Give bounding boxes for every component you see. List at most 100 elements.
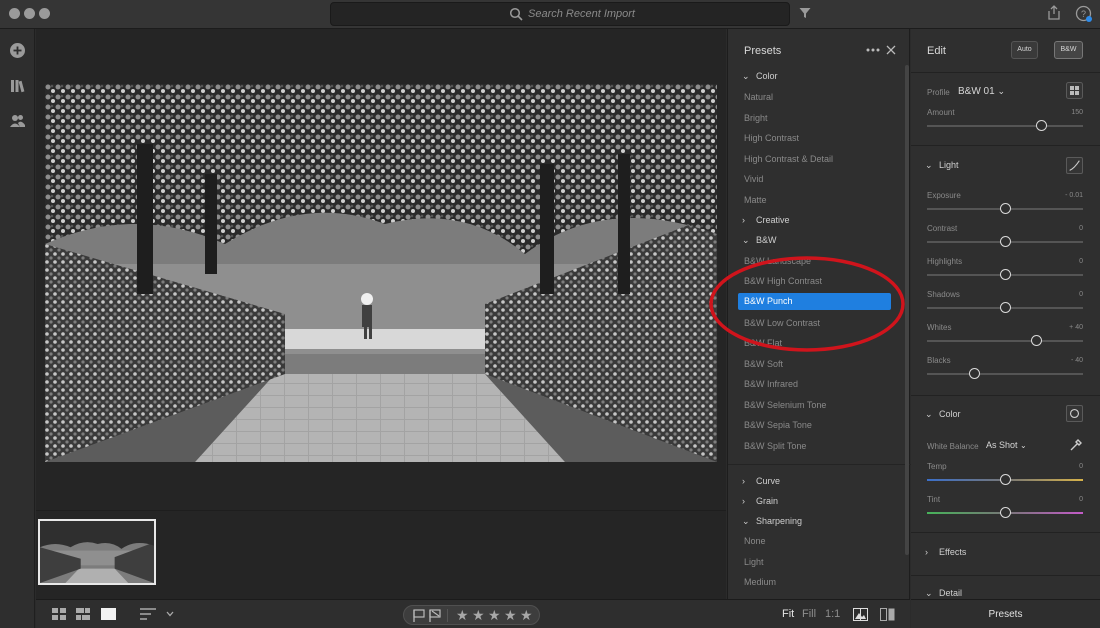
- slider-knob[interactable]: [1000, 474, 1011, 485]
- preset-item[interactable]: Natural: [744, 92, 773, 102]
- preset-item[interactable]: B&W Flat: [744, 338, 782, 348]
- preset-group-curve[interactable]: › Curve: [742, 476, 780, 486]
- show-original-icon[interactable]: [853, 608, 868, 621]
- close-icon[interactable]: [886, 45, 896, 55]
- more-options-icon[interactable]: [866, 48, 880, 52]
- photo-grid-icon[interactable]: [76, 608, 90, 620]
- slider-knob[interactable]: [1000, 203, 1011, 214]
- preset-item[interactable]: Light: [744, 557, 764, 567]
- detail-section-header[interactable]: ⌄ Detail: [925, 588, 962, 599]
- presets-tab[interactable]: Presets: [911, 599, 1100, 628]
- people-icon[interactable]: [9, 112, 26, 129]
- preset-group-sharpening[interactable]: ⌄ Sharpening: [742, 516, 802, 527]
- preset-group-color[interactable]: ⌄ Color: [742, 71, 778, 82]
- sort-icon[interactable]: [140, 608, 156, 620]
- pick-flag-icon[interactable]: [413, 609, 425, 622]
- window-minimize-button[interactable]: [24, 8, 35, 19]
- preset-group-bw[interactable]: ⌄ B&W: [742, 235, 777, 246]
- slider-knob[interactable]: [1031, 335, 1042, 346]
- slider-knob[interactable]: [1000, 507, 1011, 518]
- help-icon[interactable]: ?: [1075, 5, 1092, 22]
- thumbnail-image: [40, 521, 154, 583]
- zoom-fill-option[interactable]: Fill: [802, 608, 816, 620]
- profile-dropdown[interactable]: B&W 01 ⌄: [958, 86, 1005, 97]
- preset-item[interactable]: B&W Selenium Tone: [744, 400, 826, 410]
- reject-flag-icon[interactable]: [429, 609, 441, 622]
- presets-scrollbar[interactable]: [905, 65, 909, 555]
- detail-view-icon[interactable]: [101, 608, 116, 620]
- chevron-right-icon: ›: [925, 547, 928, 557]
- preset-item[interactable]: Vivid: [744, 174, 763, 184]
- preset-item[interactable]: High Contrast: [744, 133, 799, 143]
- exposure-slider[interactable]: [927, 203, 1083, 214]
- chevron-down-icon[interactable]: [166, 611, 174, 617]
- window-close-button[interactable]: [9, 8, 20, 19]
- star-2-icon[interactable]: ★: [472, 607, 485, 624]
- photo-image: [45, 84, 717, 462]
- eyedropper-icon[interactable]: [1069, 438, 1083, 452]
- temp-slider[interactable]: [927, 474, 1083, 485]
- window-zoom-button[interactable]: [39, 8, 50, 19]
- edit-title: Edit: [927, 45, 946, 57]
- auto-button[interactable]: Auto: [1011, 41, 1038, 59]
- zoom-fit-option[interactable]: Fit: [782, 608, 794, 620]
- preset-group-grain[interactable]: › Grain: [742, 496, 778, 506]
- preset-item[interactable]: Bright: [744, 113, 768, 123]
- flag-rating-bar: ★ ★ ★ ★ ★: [403, 605, 540, 625]
- filter-icon[interactable]: [799, 7, 811, 19]
- svg-text:?: ?: [1081, 9, 1086, 19]
- blacks-slider[interactable]: [927, 368, 1083, 379]
- star-3-icon[interactable]: ★: [488, 607, 501, 624]
- divider: [911, 395, 1100, 396]
- bw-button[interactable]: B&W: [1054, 41, 1083, 59]
- preset-item[interactable]: B&W Sepia Tone: [744, 420, 812, 430]
- compare-view-icon[interactable]: [880, 608, 895, 621]
- divider: [911, 145, 1100, 146]
- preset-item[interactable]: B&W Low Contrast: [744, 318, 820, 328]
- slider-knob[interactable]: [1000, 302, 1011, 313]
- preset-item[interactable]: Matte: [744, 195, 767, 205]
- preset-item[interactable]: B&W Infrared: [744, 379, 798, 389]
- chevron-down-icon: ⌄: [742, 71, 750, 81]
- preset-item-selected[interactable]: B&W Punch: [738, 293, 891, 310]
- tint-slider[interactable]: [927, 507, 1083, 518]
- effects-section-header[interactable]: › Effects: [925, 547, 966, 557]
- color-section-header[interactable]: ⌄ Color: [925, 409, 961, 420]
- slider-knob[interactable]: [1000, 236, 1011, 247]
- share-icon[interactable]: [1047, 5, 1061, 20]
- star-5-icon[interactable]: ★: [520, 607, 533, 624]
- whites-label: Whites: [927, 323, 952, 332]
- amount-slider[interactable]: [927, 120, 1083, 131]
- whites-slider[interactable]: [927, 335, 1083, 346]
- zoom-1to1-option[interactable]: 1:1: [825, 608, 840, 620]
- color-mixer-icon[interactable]: [1066, 405, 1083, 422]
- light-section-header[interactable]: ⌄ Light: [925, 160, 959, 171]
- preset-item[interactable]: Medium: [744, 577, 776, 587]
- filmstrip-thumbnail[interactable]: [38, 519, 156, 585]
- preset-item[interactable]: High Contrast & Detail: [744, 154, 833, 164]
- search-input[interactable]: [528, 6, 768, 22]
- main-photo[interactable]: [45, 84, 717, 462]
- slider-knob[interactable]: [969, 368, 980, 379]
- preset-item[interactable]: B&W Landscape: [744, 256, 811, 266]
- star-4-icon[interactable]: ★: [504, 607, 517, 624]
- white-balance-dropdown[interactable]: As Shot ⌄: [986, 440, 1027, 450]
- search-bar[interactable]: [330, 2, 790, 26]
- slider-knob[interactable]: [1000, 269, 1011, 280]
- highlights-slider[interactable]: [927, 269, 1083, 280]
- slider-knob[interactable]: [1036, 120, 1047, 131]
- star-1-icon[interactable]: ★: [456, 607, 469, 624]
- contrast-slider[interactable]: [927, 236, 1083, 247]
- shadows-slider[interactable]: [927, 302, 1083, 313]
- square-grid-icon[interactable]: [52, 608, 66, 620]
- chevron-down-icon: ⌄: [1020, 441, 1027, 450]
- preset-group-creative[interactable]: › Creative: [742, 215, 790, 225]
- add-photos-icon[interactable]: [9, 42, 26, 59]
- preset-item[interactable]: B&W Soft: [744, 359, 783, 369]
- preset-item[interactable]: B&W High Contrast: [744, 276, 822, 286]
- library-icon[interactable]: [9, 77, 26, 94]
- preset-item[interactable]: B&W Split Tone: [744, 441, 806, 451]
- tone-curve-icon[interactable]: [1066, 157, 1083, 174]
- preset-item[interactable]: None: [744, 536, 766, 546]
- profile-browser-icon[interactable]: [1066, 82, 1083, 99]
